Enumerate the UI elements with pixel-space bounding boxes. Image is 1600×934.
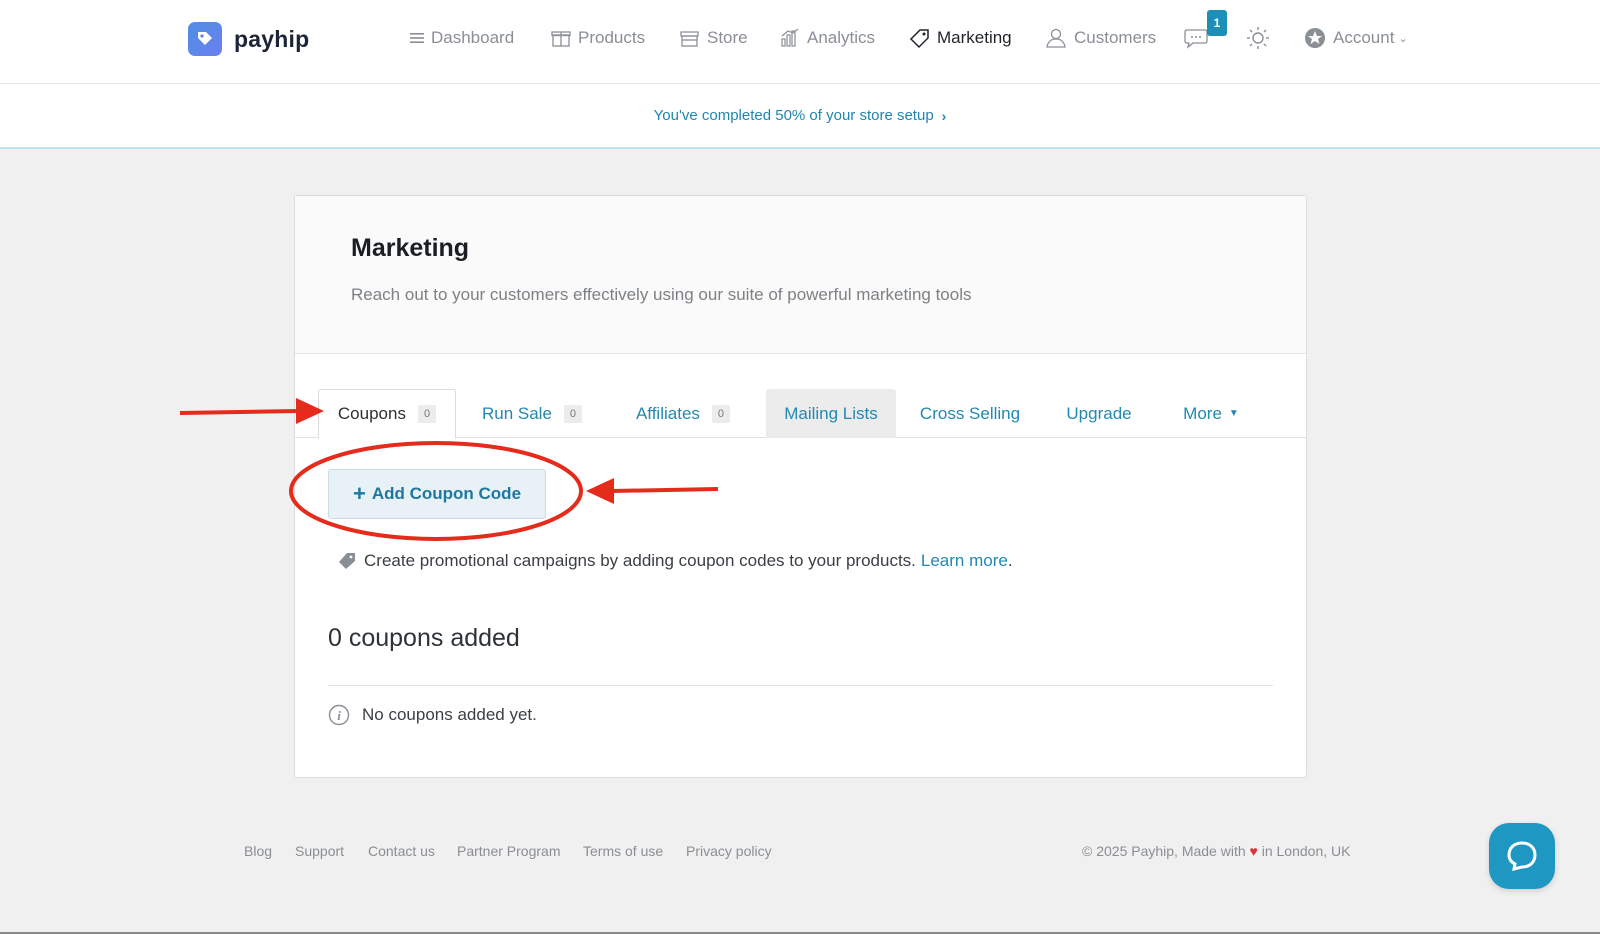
heart-icon: ♥: [1249, 843, 1258, 859]
divider: [328, 685, 1273, 686]
caret-down-icon: ▼: [1228, 408, 1239, 419]
page-subtitle: Reach out to your customers effectively …: [351, 285, 972, 304]
copyright-suffix: in London, UK: [1261, 843, 1351, 859]
info-icon: i: [328, 704, 350, 726]
nav-store-label: Store: [707, 28, 748, 47]
nav-products-label: Products: [578, 28, 646, 47]
tab-mailing-lists-label: Mailing Lists: [784, 403, 878, 423]
copyright-prefix: © 2025 Payhip, Made with: [1082, 843, 1246, 859]
tab-run-sale-label: Run Sale: [481, 403, 552, 423]
tab-mailing-lists[interactable]: Mailing Lists: [766, 389, 896, 438]
tab-upgrade-label: Upgrade: [1066, 403, 1132, 423]
nav-products[interactable]: Products: [551, 26, 645, 50]
footer: Blog Support Contact us Partner Program …: [0, 840, 1600, 864]
empty-state-text: No coupons added yet.: [362, 705, 537, 724]
tab-upgrade[interactable]: Upgrade: [1049, 389, 1149, 438]
add-coupon-code-label: Add Coupon Code: [371, 484, 522, 503]
chevron-down-icon: ⌄: [1398, 32, 1408, 45]
account-star-icon: [1305, 28, 1325, 48]
footer-link-partner[interactable]: Partner Program: [457, 843, 560, 859]
brand-name: payhip: [234, 25, 310, 52]
tab-cross-selling-label: Cross Selling: [919, 403, 1021, 423]
store-icon: [680, 31, 699, 47]
gift-icon: [551, 31, 571, 47]
marketing-tabs: Coupons 0 Run Sale 0 Affiliates 0 Mailin…: [295, 389, 1306, 439]
nav-marketing-label: Marketing: [937, 28, 1012, 47]
top-navbar: payhip Dashboard Products Store Analytic…: [0, 0, 1600, 84]
chevron-right-icon: ›: [941, 107, 947, 124]
footer-link-privacy[interactable]: Privacy policy: [686, 843, 772, 859]
tab-cross-selling[interactable]: Cross Selling: [905, 389, 1035, 438]
tag-icon: [339, 553, 355, 569]
plus-icon: +: [352, 481, 366, 506]
footer-link-terms[interactable]: Terms of use: [583, 843, 663, 859]
nav-store[interactable]: Store: [679, 26, 748, 50]
nav-dashboard-label: Dashboard: [431, 28, 515, 47]
brand-logo[interactable]: payhip: [188, 22, 309, 56]
empty-state: i No coupons added yet.: [328, 704, 537, 726]
tab-coupons-label: Coupons: [337, 404, 406, 423]
tab-run-sale-count: 0: [563, 404, 583, 423]
sun-icon: [1247, 27, 1269, 49]
setup-progress-text: You've completed 50% of your store setup: [653, 107, 934, 124]
footer-link-blog[interactable]: Blog: [244, 843, 272, 859]
payhip-logo-icon: [188, 22, 222, 56]
nav-customers-label: Customers: [1074, 28, 1157, 47]
tab-coupons[interactable]: Coupons 0: [318, 389, 456, 439]
setup-progress-link[interactable]: You've completed 50% of your store setup…: [654, 107, 947, 124]
marketing-card: Marketing Reach out to your customers ef…: [294, 195, 1307, 778]
page-title: Marketing: [351, 234, 470, 262]
theme-toggle-button[interactable]: [1246, 26, 1277, 50]
tab-affiliates-count: 0: [711, 404, 731, 423]
account-menu[interactable]: Account ⌄: [1304, 26, 1408, 50]
tab-affiliates[interactable]: Affiliates 0: [611, 389, 755, 438]
tab-more[interactable]: More ▼: [1161, 389, 1261, 438]
help-chat-button[interactable]: [1489, 823, 1555, 889]
nav-customers[interactable]: Customers: [1045, 26, 1156, 50]
user-icon: [1046, 28, 1066, 48]
tab-coupons-count: 0: [417, 405, 437, 423]
footer-link-support[interactable]: Support: [295, 843, 344, 859]
coupon-promo-info: Create promotional campaigns by adding c…: [338, 551, 1013, 571]
chat-bubble-icon: [1184, 29, 1208, 49]
nav-dashboard[interactable]: Dashboard: [410, 26, 514, 50]
nav-marketing[interactable]: Marketing: [909, 26, 1012, 50]
setup-progress-banner: You've completed 50% of your store setup…: [0, 84, 1600, 149]
copyright: © 2025 Payhip, Made with ♥ in London, UK: [1082, 843, 1350, 859]
menu-icon: [410, 33, 424, 43]
promo-text: Create promotional campaigns by adding c…: [364, 551, 916, 570]
card-header: Marketing Reach out to your customers ef…: [295, 196, 1306, 354]
tag-icon: [909, 28, 929, 48]
tab-affiliates-label: Affiliates: [635, 403, 700, 423]
chat-icon: [1507, 841, 1537, 872]
svg-text:i: i: [337, 708, 341, 723]
add-coupon-code-button[interactable]: + Add Coupon Code: [328, 469, 546, 519]
chart-icon: [781, 28, 799, 47]
notification-badge: 1: [1207, 10, 1227, 36]
footer-link-contact[interactable]: Contact us: [368, 843, 435, 859]
tab-run-sale[interactable]: Run Sale 0: [464, 389, 600, 438]
tab-more-label: More: [1183, 403, 1222, 423]
nav-analytics[interactable]: Analytics: [780, 26, 875, 50]
nav-analytics-label: Analytics: [807, 28, 876, 47]
coupons-count-heading: 0 coupons added: [328, 624, 520, 652]
account-label: Account: [1333, 28, 1395, 47]
learn-more-link[interactable]: Learn more: [921, 551, 1008, 571]
